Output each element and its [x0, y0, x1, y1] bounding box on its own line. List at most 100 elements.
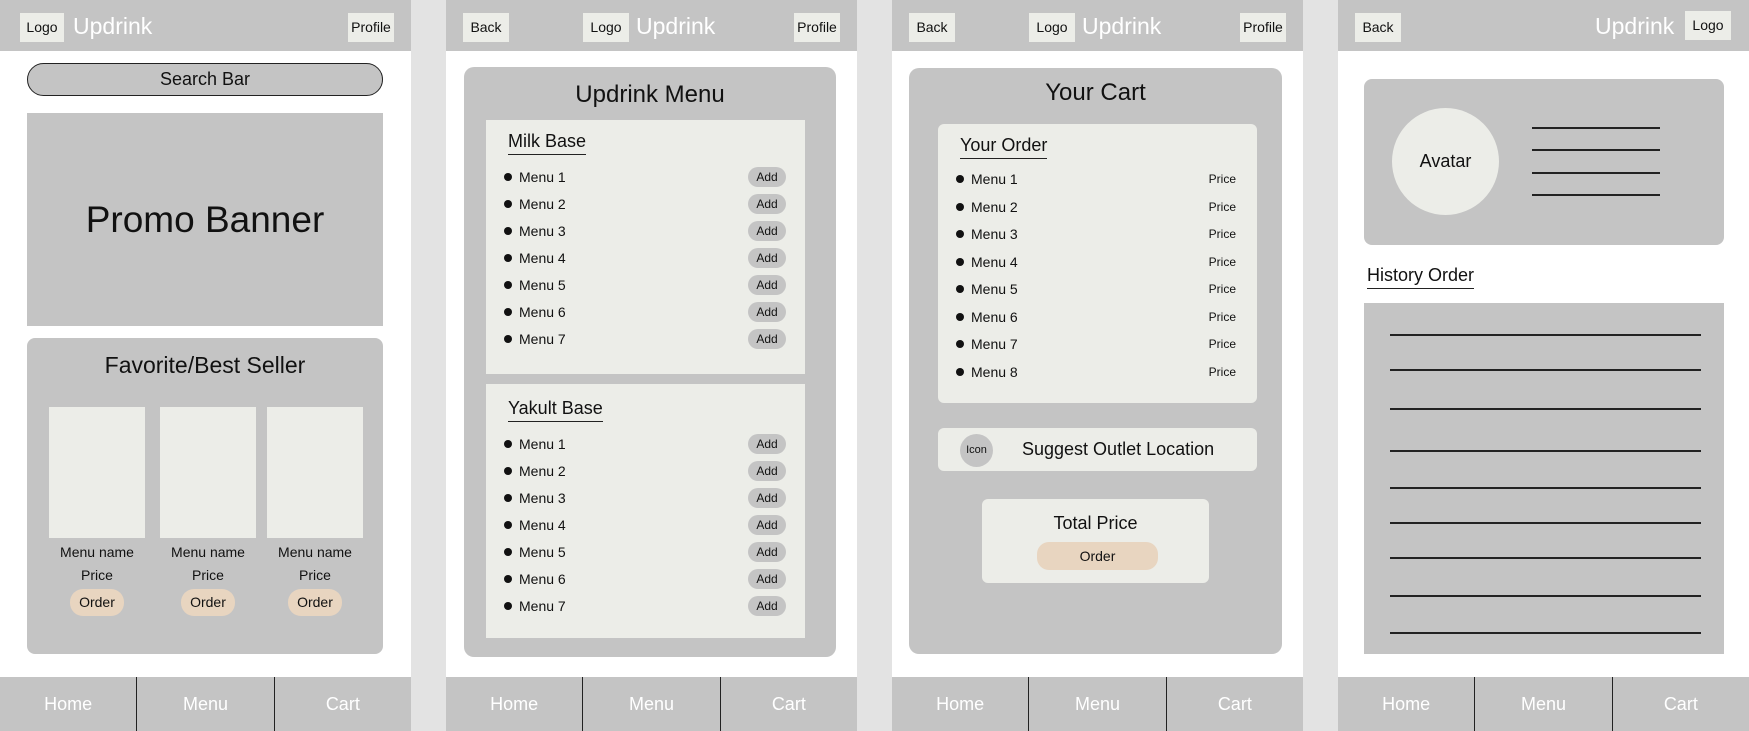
menu-item-row: Menu 3 Add [504, 221, 786, 241]
add-button[interactable]: Add [748, 275, 786, 295]
nav-cart[interactable]: Cart [1611, 677, 1749, 731]
milk-base-section: Milk Base Menu 1 Add Menu 2 Add Menu 3 Add Men… [486, 120, 805, 374]
nav-menu[interactable]: Menu [582, 677, 719, 731]
add-button[interactable]: Add [748, 569, 786, 589]
profile-info-line [1532, 127, 1660, 129]
cart-item-price: Price [1208, 364, 1236, 379]
suggest-outlet-button[interactable]: Icon Suggest Outlet Location [938, 428, 1257, 471]
section-title: Milk Base [508, 131, 587, 155]
history-row[interactable] [1390, 334, 1701, 336]
bullet-icon [504, 254, 512, 262]
nav-menu[interactable]: Menu [1028, 677, 1165, 731]
logo-button[interactable]: Logo [1685, 11, 1731, 40]
bullet-icon [504, 575, 512, 583]
bullet-icon [956, 230, 964, 238]
back-button[interactable]: Back [1355, 13, 1401, 42]
bullet-icon [956, 202, 964, 211]
order-button[interactable]: Order [288, 589, 342, 616]
menu-item-row: Menu 6 Add [504, 569, 786, 589]
bullet-icon [504, 440, 512, 448]
back-button[interactable]: Back [909, 13, 955, 42]
product-image[interactable] [49, 407, 145, 538]
history-row[interactable] [1390, 487, 1701, 489]
add-button[interactable]: Add [748, 542, 786, 562]
logo-button[interactable]: Logo [20, 13, 64, 42]
promo-banner[interactable]: Promo Banner [27, 113, 383, 326]
add-button[interactable]: Add [748, 596, 786, 616]
profile-button[interactable]: Profile [1240, 13, 1286, 42]
checkout-order-button[interactable]: Order [1037, 542, 1158, 570]
favorites-panel: Favorite/Best Seller Menu name Price Ord… [27, 338, 383, 654]
add-button[interactable]: Add [748, 167, 786, 187]
menu-item-row: Menu 3 Add [504, 488, 786, 508]
nav-cart[interactable]: Cart [719, 677, 857, 731]
menu-item-row: Menu 4 Add [504, 248, 786, 268]
history-row[interactable] [1390, 408, 1701, 410]
menu-item-row: Menu 2 Add [504, 461, 786, 481]
menu-item-label: Menu 7 [519, 598, 566, 614]
menu-item-row: Menu 4 Add [504, 515, 786, 535]
order-list: Your Order Menu 1 Price Menu 2 Price Menu 3 P… [938, 124, 1257, 403]
cart-item-label: Menu 8 [971, 363, 1018, 380]
cart-item-row: Menu 5 Price [956, 279, 1236, 299]
bullet-icon [504, 281, 512, 289]
add-button[interactable]: Add [748, 248, 786, 268]
profile-button[interactable]: Profile [348, 13, 394, 42]
bullet-icon [956, 367, 964, 376]
bullet-icon [956, 175, 964, 183]
avatar[interactable]: Avatar [1392, 108, 1499, 215]
history-row[interactable] [1390, 595, 1701, 597]
profile-button[interactable]: Profile [794, 13, 840, 42]
nav-home[interactable]: Home [1338, 677, 1474, 731]
add-button[interactable]: Add [748, 302, 786, 322]
profile-info-line [1532, 149, 1660, 151]
cart-item-label: Menu 3 [971, 226, 1018, 242]
add-button[interactable]: Add [748, 434, 786, 454]
order-button[interactable]: Order [181, 589, 235, 616]
menu-item-label: Menu 6 [519, 571, 566, 587]
add-button[interactable]: Add [748, 515, 786, 535]
nav-cart[interactable]: Cart [1165, 677, 1303, 731]
add-button[interactable]: Add [748, 194, 786, 214]
bullet-icon [956, 312, 964, 321]
history-row[interactable] [1390, 522, 1701, 524]
back-button[interactable]: Back [463, 13, 509, 42]
menu-item-label: Menu 6 [519, 304, 566, 320]
favorites-title: Favorite/Best Seller [104, 352, 306, 378]
add-button[interactable]: Add [748, 488, 786, 508]
nav-home[interactable]: Home [892, 677, 1028, 731]
product-image[interactable] [267, 407, 363, 538]
section-title: Yakult Base [508, 398, 603, 422]
nav-cart[interactable]: Cart [273, 677, 411, 731]
nav-home[interactable]: Home [0, 677, 136, 731]
menu-panel: Updrink Menu Milk Base Menu 1 Add Menu 2 Ad… [464, 67, 836, 657]
menu-item-row: Menu 7 Add [504, 596, 786, 616]
cart-item-price: Price [1208, 199, 1236, 214]
menu-item-row: Menu 1 Add [504, 167, 786, 187]
history-row[interactable] [1390, 557, 1701, 559]
search-bar[interactable]: Search Bar [27, 63, 383, 96]
bottom-nav: Home Menu Cart [446, 677, 857, 731]
history-row[interactable] [1390, 369, 1701, 371]
profile-screen: Back Updrink Logo Avatar History Order H… [1338, 0, 1749, 731]
history-row[interactable] [1390, 632, 1701, 634]
brand-title: Updrink [636, 13, 716, 39]
nav-menu[interactable]: Menu [1474, 677, 1611, 731]
menu-item-label: Menu 4 [519, 250, 566, 266]
nav-home[interactable]: Home [446, 677, 582, 731]
order-button[interactable]: Order [70, 589, 124, 616]
bullet-icon [504, 200, 512, 208]
history-row[interactable] [1390, 450, 1701, 452]
product-image[interactable] [160, 407, 256, 538]
logo-button[interactable]: Logo [583, 13, 629, 42]
bullet-icon [504, 548, 512, 556]
nav-menu[interactable]: Menu [136, 677, 273, 731]
cart-item-label: Menu 2 [971, 198, 1018, 215]
cart-item-label: Menu 7 [971, 336, 1018, 352]
menu-item-row: Menu 6 Add [504, 302, 786, 322]
add-button[interactable]: Add [748, 329, 786, 349]
add-button[interactable]: Add [748, 221, 786, 241]
logo-button[interactable]: Logo [1029, 13, 1075, 42]
menu-item-row: Menu 1 Add [504, 434, 786, 454]
add-button[interactable]: Add [748, 461, 786, 481]
